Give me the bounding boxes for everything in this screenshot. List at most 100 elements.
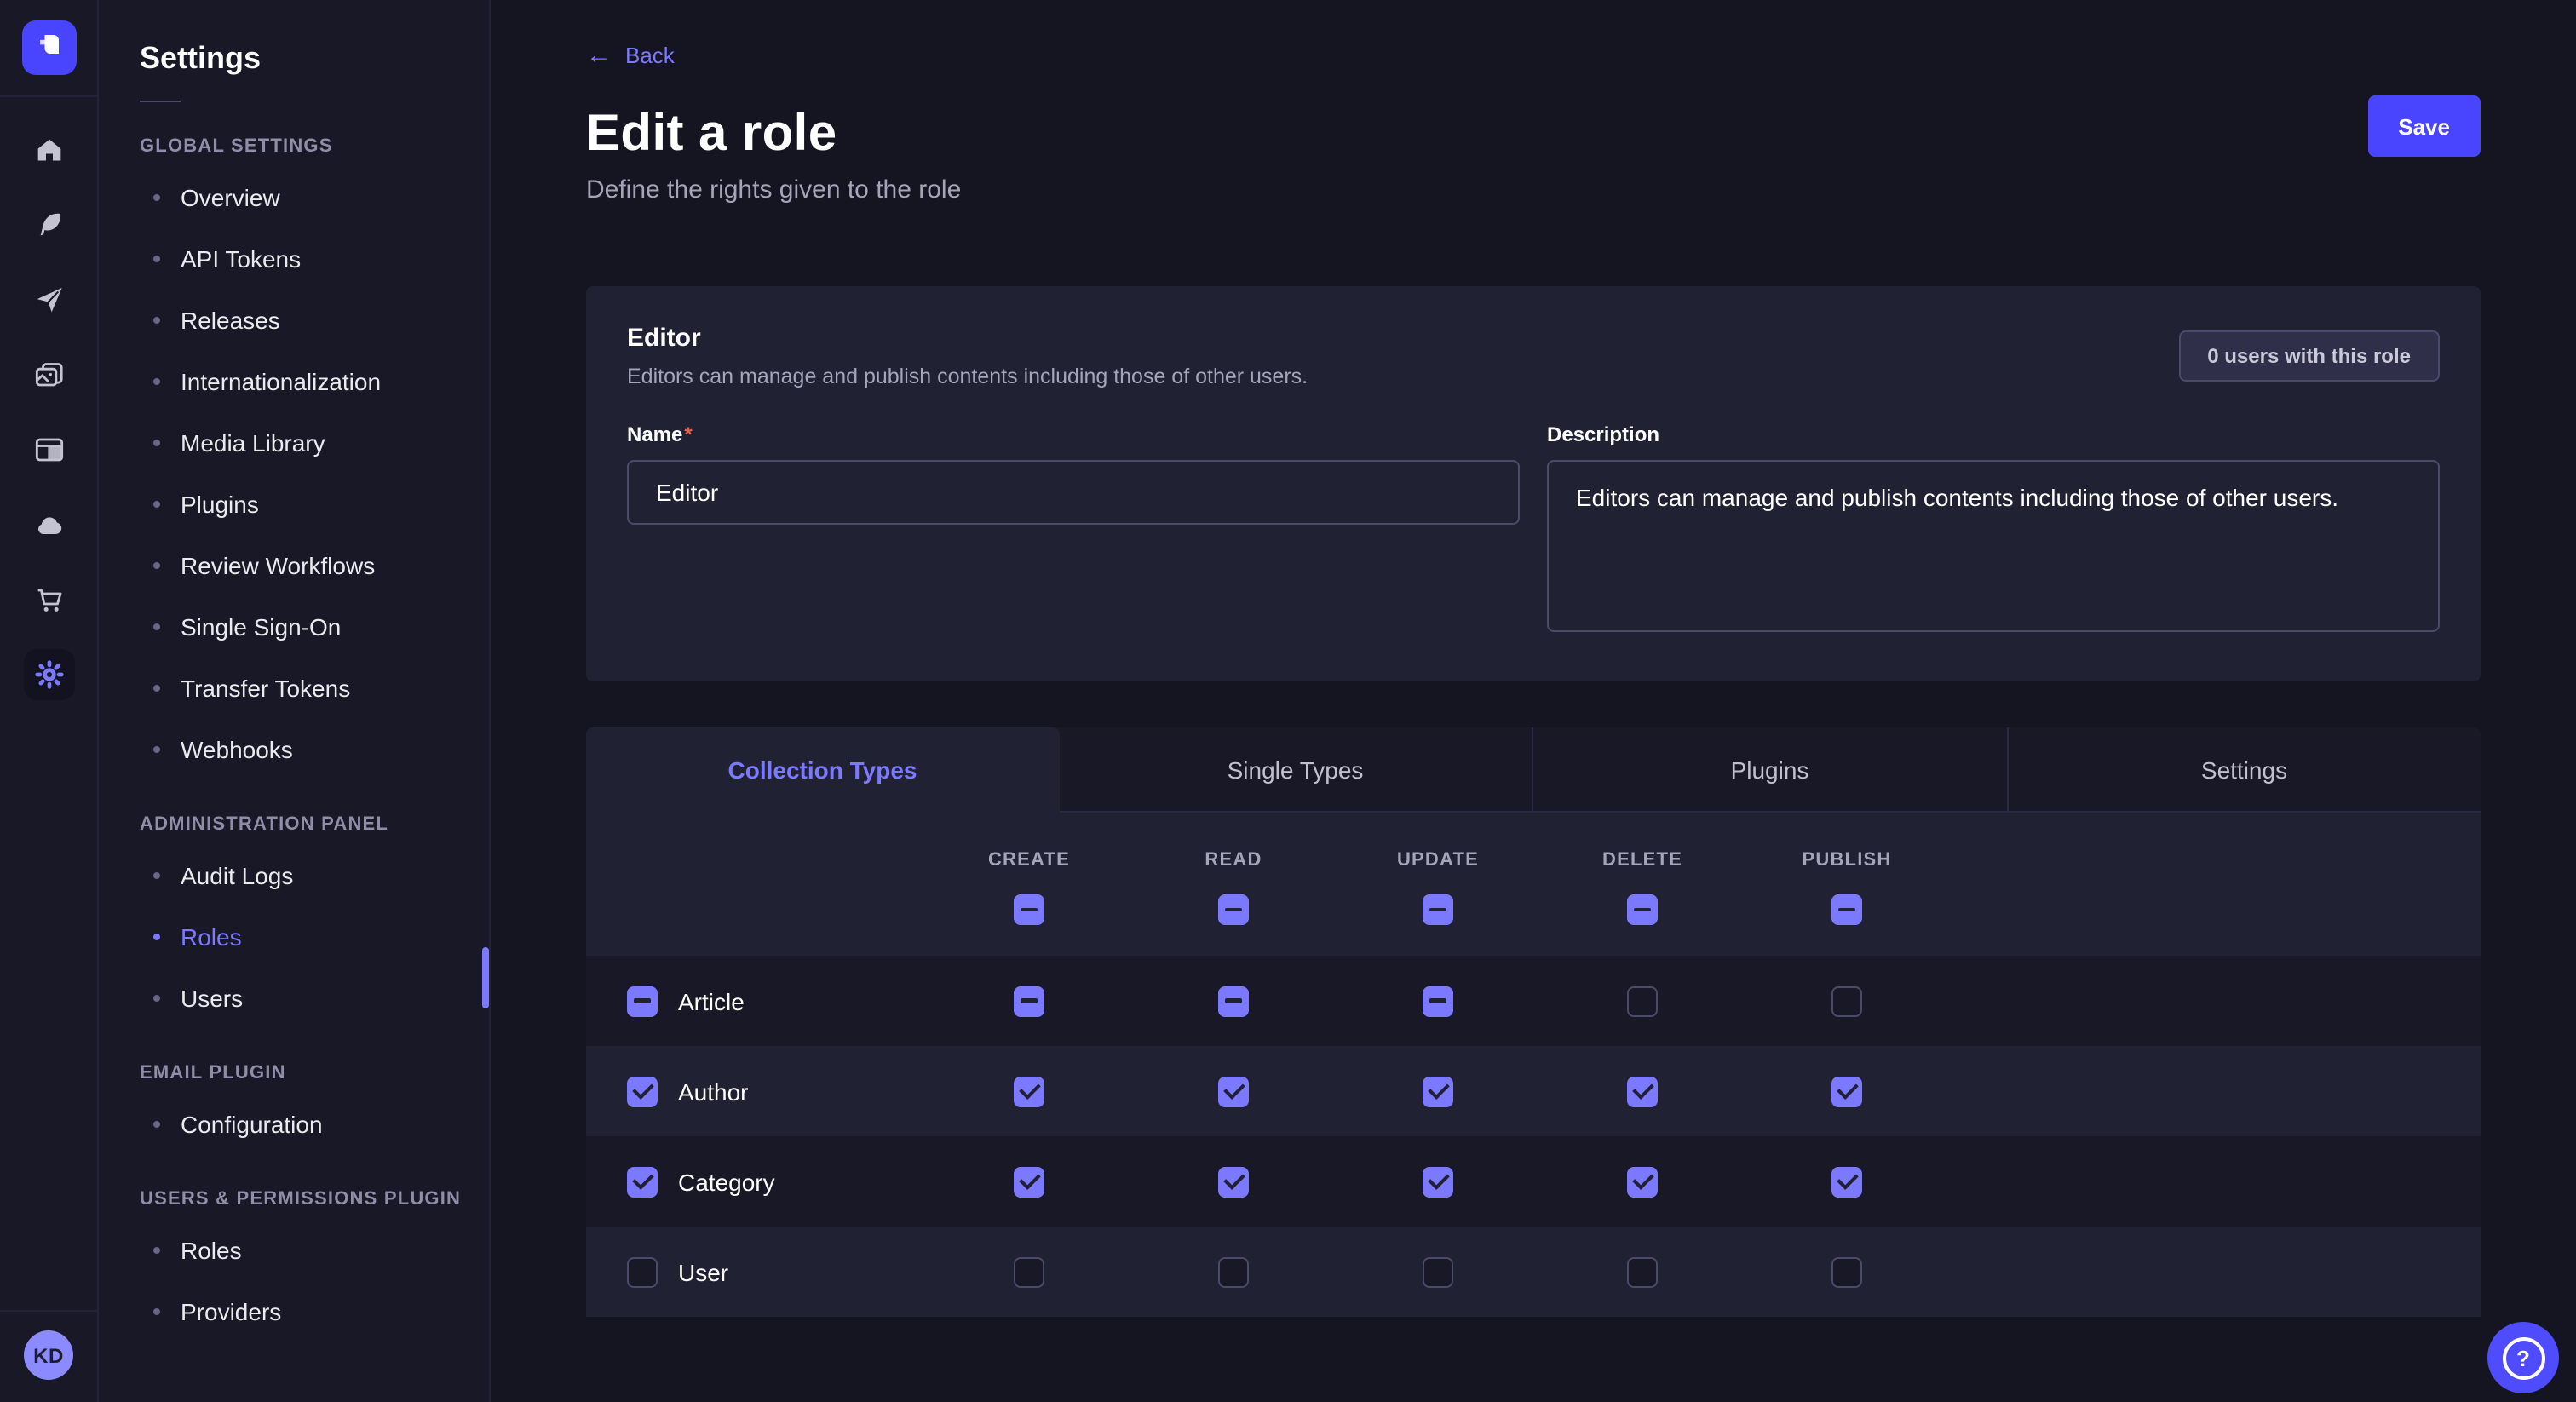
checkbox-category-create[interactable] <box>1014 1166 1044 1197</box>
feather-icon <box>32 208 66 242</box>
checkbox-category-read[interactable] <box>1218 1166 1249 1197</box>
rail-item-gear[interactable] <box>23 649 74 700</box>
column-header-create: CREATE <box>927 850 1131 871</box>
tab-plugins[interactable]: Plugins <box>1532 727 2006 813</box>
subnav-item-single-sign-on[interactable]: Single Sign-On <box>99 596 489 658</box>
tab-single-types[interactable]: Single Types <box>1059 727 1532 813</box>
checkbox-user-read[interactable] <box>1218 1256 1249 1287</box>
rail-item-images[interactable] <box>23 349 74 400</box>
checkbox-user-create[interactable] <box>1014 1256 1044 1287</box>
select-all-checkbox-publish[interactable] <box>1831 894 1862 925</box>
subnav-title: Settings <box>140 41 489 77</box>
checkbox-author-read[interactable] <box>1218 1076 1249 1106</box>
row-checkbox-article[interactable] <box>627 985 658 1016</box>
select-all-checkbox-read[interactable] <box>1218 894 1249 925</box>
subnav-item-media-library[interactable]: Media Library <box>99 412 489 474</box>
checkbox-category-delete[interactable] <box>1627 1166 1658 1197</box>
question-mark-icon: ? <box>2502 1336 2544 1379</box>
bullet-icon <box>153 501 160 508</box>
users-count-button[interactable]: 0 users with this role <box>2178 330 2440 382</box>
subnav-item-audit-logs[interactable]: Audit Logs <box>99 845 489 906</box>
checkbox-category-update[interactable] <box>1423 1166 1453 1197</box>
table-row-user: User <box>586 1227 2481 1317</box>
subnav-item-roles[interactable]: Roles <box>99 1220 489 1281</box>
bullet-icon <box>153 194 160 201</box>
title-divider <box>140 101 181 102</box>
permissions-tabs: Collection TypesSingle TypesPluginsSetti… <box>586 727 2481 813</box>
checkbox-user-publish[interactable] <box>1831 1256 1862 1287</box>
row-name-cell: User <box>586 1256 927 1287</box>
subnav-item-label: Users <box>181 985 243 1012</box>
checkbox-article-create[interactable] <box>1014 985 1044 1016</box>
checkbox-article-publish[interactable] <box>1831 985 1862 1016</box>
select-all-cell <box>1131 894 1336 925</box>
page-subtitle: Define the rights given to the role <box>586 175 2481 204</box>
subnav-item-users[interactable]: Users <box>99 968 489 1029</box>
subnav-item-review-workflows[interactable]: Review Workflows <box>99 535 489 596</box>
permission-cell <box>927 985 1131 1016</box>
bullet-icon <box>153 623 160 630</box>
permission-cell <box>1131 985 1336 1016</box>
rail-item-cart[interactable] <box>23 574 74 625</box>
rail-item-cloud[interactable] <box>23 499 74 550</box>
subnav-item-label: Configuration <box>181 1111 323 1138</box>
row-checkbox-user[interactable] <box>627 1256 658 1287</box>
subnav-item-label: Media Library <box>181 429 325 457</box>
permission-cell <box>1131 1166 1336 1197</box>
save-button[interactable]: Save <box>2367 95 2481 157</box>
subnav-item-plugins[interactable]: Plugins <box>99 474 489 535</box>
tab-collection-types[interactable]: Collection Types <box>586 727 1059 813</box>
select-all-checkbox-delete[interactable] <box>1627 894 1658 925</box>
subnav-item-releases[interactable]: Releases <box>99 290 489 351</box>
role-card: Editor Editors can manage and publish co… <box>586 286 2481 681</box>
subnav-item-internationalization[interactable]: Internationalization <box>99 351 489 412</box>
description-textarea[interactable]: Editors can manage and publish contents … <box>1547 460 2440 632</box>
checkbox-author-update[interactable] <box>1423 1076 1453 1106</box>
column-header-read: READ <box>1131 850 1336 871</box>
section-label: USERS & PERMISSIONS PLUGIN <box>140 1189 489 1210</box>
checkbox-article-update[interactable] <box>1423 985 1453 1016</box>
subnav-item-webhooks[interactable]: Webhooks <box>99 719 489 780</box>
role-title: Editor <box>627 324 2440 353</box>
checkbox-user-update[interactable] <box>1423 1256 1453 1287</box>
checkbox-author-publish[interactable] <box>1831 1076 1862 1106</box>
select-all-checkbox-create[interactable] <box>1014 894 1044 925</box>
description-field: Description Editors can manage and publi… <box>1547 422 2440 641</box>
bullet-icon <box>153 562 160 569</box>
subnav-item-label: Webhooks <box>181 736 293 763</box>
subnav-item-api-tokens[interactable]: API Tokens <box>99 228 489 290</box>
subnav-item-label: Single Sign-On <box>181 613 341 641</box>
subnav-item-roles[interactable]: Roles <box>99 906 489 968</box>
rail-item-paper-plane[interactable] <box>23 274 74 325</box>
row-label: Category <box>678 1168 775 1195</box>
row-checkbox-author[interactable] <box>627 1076 658 1106</box>
subnav-section-administration-panel: ADMINISTRATION PANELAudit LogsRolesUsers <box>99 814 489 1029</box>
subnav-section-global-settings: GLOBAL SETTINGSOverviewAPI TokensRelease… <box>99 136 489 780</box>
avatar[interactable]: KD <box>24 1330 73 1380</box>
rail-item-layout[interactable] <box>23 424 74 475</box>
checkbox-author-delete[interactable] <box>1627 1076 1658 1106</box>
checkbox-article-delete[interactable] <box>1627 985 1658 1016</box>
main-content: ← Back Edit a role Define the rights giv… <box>491 0 2576 1402</box>
tab-settings[interactable]: Settings <box>2006 727 2481 813</box>
subnav-item-label: Roles <box>181 1237 242 1264</box>
subnav-item-providers[interactable]: Providers <box>99 1281 489 1342</box>
checkbox-category-publish[interactable] <box>1831 1166 1862 1197</box>
back-link[interactable]: ← Back <box>586 43 675 68</box>
checkbox-article-read[interactable] <box>1218 985 1249 1016</box>
help-button[interactable]: ? <box>2487 1322 2559 1393</box>
subnav-item-label: Audit Logs <box>181 862 293 889</box>
row-label: Author <box>678 1077 749 1105</box>
column-header-delete: DELETE <box>1540 850 1745 871</box>
subnav-item-overview[interactable]: Overview <box>99 167 489 228</box>
subnav-item-configuration[interactable]: Configuration <box>99 1094 489 1155</box>
subnav-item-transfer-tokens[interactable]: Transfer Tokens <box>99 658 489 719</box>
checkbox-user-delete[interactable] <box>1627 1256 1658 1287</box>
select-all-checkbox-update[interactable] <box>1423 894 1453 925</box>
strapi-logo[interactable] <box>21 20 76 75</box>
name-input[interactable] <box>627 460 1520 525</box>
row-checkbox-category[interactable] <box>627 1166 658 1197</box>
rail-item-feather[interactable] <box>23 199 74 250</box>
checkbox-author-create[interactable] <box>1014 1076 1044 1106</box>
rail-item-home[interactable] <box>23 124 74 175</box>
